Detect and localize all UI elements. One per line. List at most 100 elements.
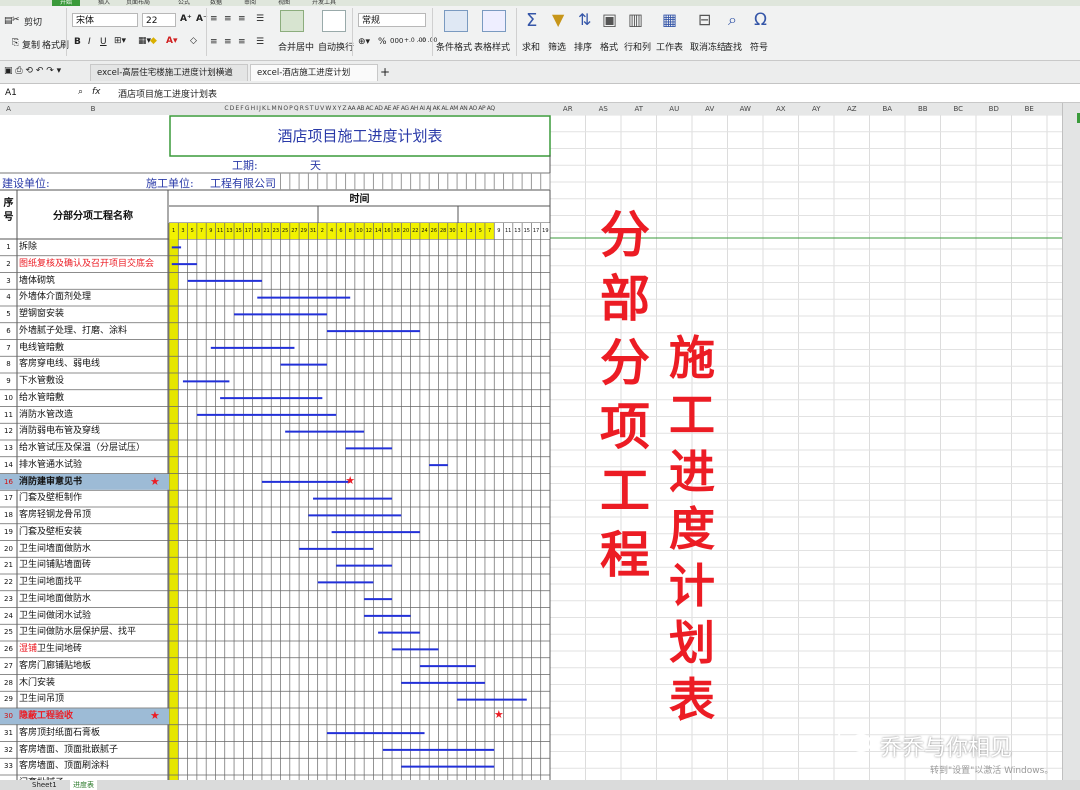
doc-tab-2[interactable]: excel-酒店施工进度计划表.xls xyxy=(250,64,378,95)
task-name[interactable]: 卫生间地面找平 xyxy=(19,574,167,591)
day-label[interactable]: 27 xyxy=(290,223,299,239)
task-name[interactable]: 湿铺卫生间地砖 xyxy=(19,641,167,658)
row-number[interactable]: 25 xyxy=(0,624,17,641)
day-label[interactable]: 29 xyxy=(299,223,308,239)
underline-button[interactable]: U xyxy=(100,37,107,47)
task-name[interactable]: 排水管通水试验 xyxy=(19,457,167,474)
day-label[interactable]: 4 xyxy=(327,223,336,239)
symbol-button[interactable]: 符号 xyxy=(750,40,768,53)
task-name[interactable]: 木门安装 xyxy=(19,675,167,692)
task-name[interactable]: 外墙体介面剂处理 xyxy=(19,289,167,306)
col-header-be[interactable]: BE xyxy=(1012,103,1048,115)
day-label[interactable]: 12 xyxy=(364,223,373,239)
day-label[interactable]: 10 xyxy=(355,223,364,239)
row-number[interactable]: 28 xyxy=(0,675,17,692)
right-side-panel[interactable] xyxy=(1062,103,1080,780)
tab-insert[interactable]: 插入 xyxy=(98,0,110,6)
formula-content[interactable]: 酒店项目施工进度计划表 xyxy=(118,87,217,100)
task-name[interactable]: 下水管敷设 xyxy=(19,373,167,390)
format-painter-button[interactable]: 格式刷 xyxy=(42,38,69,51)
row-number[interactable]: 10 xyxy=(0,390,17,407)
new-tab-button[interactable]: + xyxy=(380,65,390,79)
task-name[interactable]: 卫生间墙面做防水 xyxy=(19,541,167,558)
row-number[interactable]: 22 xyxy=(0,574,17,591)
day-label[interactable]: 1 xyxy=(457,223,466,239)
merge-center-icon[interactable] xyxy=(280,10,304,32)
tab-formulas[interactable]: 公式 xyxy=(178,0,190,6)
day-label[interactable]: 7 xyxy=(485,223,494,239)
sheet-tab-1[interactable]: Sheet1 xyxy=(32,780,57,790)
row-number[interactable]: 9 xyxy=(0,373,17,390)
clear-format-icon[interactable]: ◇ xyxy=(190,36,197,46)
task-name-header[interactable]: 分部分项工程名称 xyxy=(18,207,168,222)
col-header-ba[interactable]: BA xyxy=(870,103,906,115)
wrap-text-icon[interactable] xyxy=(322,10,346,32)
symbol-icon[interactable]: Ω xyxy=(754,10,767,30)
wrap-text-button[interactable]: 自动换行 xyxy=(318,40,354,53)
sort-icon[interactable]: ⇅ xyxy=(578,10,591,29)
day-label[interactable]: 22 xyxy=(411,223,420,239)
row-number[interactable]: 23 xyxy=(0,591,17,608)
decrease-decimal-button[interactable]: -.0 .00 xyxy=(418,37,437,44)
day-label[interactable]: 20 xyxy=(401,223,410,239)
day-label[interactable]: 19 xyxy=(541,223,550,239)
percent-button[interactable]: % xyxy=(378,37,387,47)
task-name[interactable]: 卫生间铺贴墙面砖 xyxy=(19,557,167,574)
task-name[interactable]: 给水管试压及保温（分层试压） xyxy=(19,440,167,457)
day-label[interactable]: 17 xyxy=(531,223,540,239)
row-number[interactable]: 32 xyxy=(0,742,17,759)
sheet-title[interactable]: 酒店项目施工进度计划表 xyxy=(170,119,550,153)
col-header-b[interactable]: B xyxy=(18,103,168,115)
col-header-mini[interactable]: C D E F G H I J K L M N O P Q R S T U V … xyxy=(169,103,550,115)
day-label[interactable]: 13 xyxy=(513,223,522,239)
tab-review[interactable]: 审阅 xyxy=(244,0,256,6)
time-header[interactable]: 时间 xyxy=(169,190,550,205)
owner-label[interactable]: 建设单位: xyxy=(2,175,50,191)
task-name[interactable]: 消防水管改造 xyxy=(19,407,167,424)
day-label[interactable]: 16 xyxy=(383,223,392,239)
number-format-select[interactable]: 常规 xyxy=(358,13,426,27)
day-label[interactable]: 7 xyxy=(197,223,206,239)
copy-button[interactable]: 复制 xyxy=(22,38,40,51)
currency-icon[interactable]: ⊕▾ xyxy=(358,37,370,47)
worksheet-button[interactable]: 工作表 xyxy=(656,40,683,53)
col-header-av[interactable]: AV xyxy=(692,103,728,115)
row-number[interactable]: 20 xyxy=(0,541,17,558)
thousands-button[interactable]: 000 xyxy=(390,37,403,45)
row-number[interactable]: 21 xyxy=(0,557,17,574)
doc-tab-1[interactable]: excel-高层住宅楼施工进度计划横道图.xls xyxy=(90,64,248,95)
grow-font-icon[interactable]: A⁺ xyxy=(180,14,192,24)
day-label[interactable]: 25 xyxy=(281,223,290,239)
conditional-format-icon[interactable] xyxy=(444,10,468,32)
task-name[interactable]: 卫生间地面做防水 xyxy=(19,591,167,608)
day-label[interactable]: 24 xyxy=(420,223,429,239)
find-button[interactable]: 查找 xyxy=(724,40,742,53)
format-icon[interactable]: ▣ xyxy=(602,10,617,29)
bold-button[interactable]: B xyxy=(74,37,81,47)
cut-button[interactable]: 剪切 xyxy=(24,15,42,28)
row-number[interactable]: 13 xyxy=(0,440,17,457)
name-box[interactable]: A1 xyxy=(2,86,54,100)
day-label[interactable]: 8 xyxy=(346,223,355,239)
col-header-bd[interactable]: BD xyxy=(976,103,1012,115)
day-label[interactable]: 17 xyxy=(243,223,252,239)
col-header-au[interactable]: AU xyxy=(657,103,693,115)
quick-access-icons[interactable]: ▣ ⎙ ⟲ ↶ ↷ ▾ xyxy=(4,66,61,76)
col-header-ar[interactable]: AR xyxy=(550,103,586,115)
row-number[interactable]: 17 xyxy=(0,490,17,507)
day-label[interactable]: 15 xyxy=(234,223,243,239)
day-label[interactable]: 30 xyxy=(448,223,457,239)
row-number[interactable]: 24 xyxy=(0,608,17,625)
day-label[interactable]: 21 xyxy=(262,223,271,239)
row-number[interactable]: 1 xyxy=(0,239,17,256)
day-label[interactable]: 19 xyxy=(253,223,262,239)
row-number[interactable]: 26 xyxy=(0,641,17,658)
rows-cols-icon[interactable]: ▥ xyxy=(628,10,643,29)
filter-button[interactable]: 筛选 xyxy=(548,40,566,53)
zoom-icon[interactable]: ⌕ xyxy=(78,87,83,97)
align-top-icon[interactable]: ≡ xyxy=(210,14,218,24)
task-name[interactable]: 电线管暗敷 xyxy=(19,340,167,357)
day-label[interactable]: 28 xyxy=(438,223,447,239)
freeze-button[interactable]: 取消冻结 xyxy=(690,40,726,53)
merge-center-button[interactable]: 合并居中 xyxy=(278,40,314,53)
